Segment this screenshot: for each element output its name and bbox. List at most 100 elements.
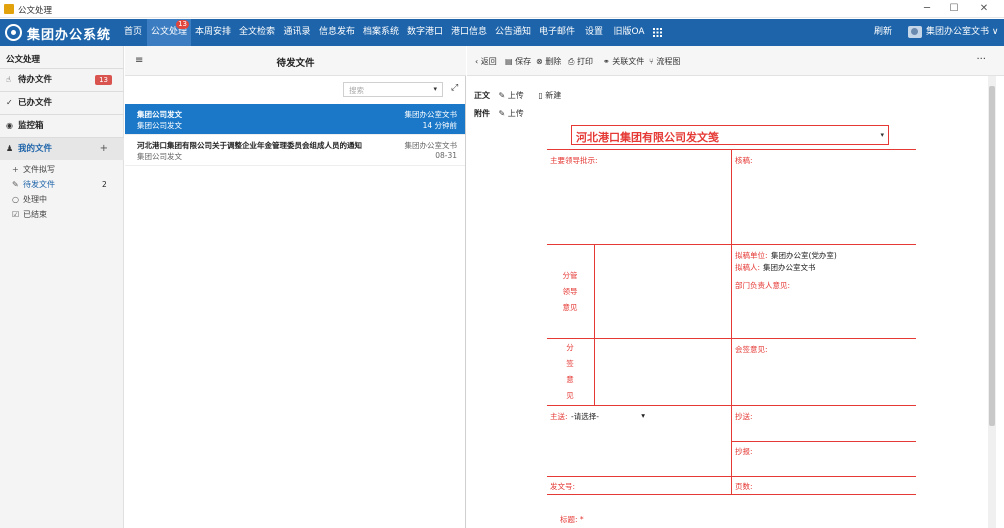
- sidebar-item-label: 已办文件: [18, 98, 53, 108]
- related-files-button[interactable]: ⚭ 关联文件: [603, 56, 644, 67]
- sidebar-sub-processing[interactable]: ○ 处理中: [12, 192, 47, 207]
- print-button[interactable]: ⎙ 打印: [568, 56, 593, 67]
- cc-label: 抄送:: [735, 412, 753, 421]
- document-list-pane: ≡ 待发文件 搜索 ▾ ⤢ 集团公司发文 集团公司发文 集团办公室文书 14 分…: [125, 46, 466, 528]
- sidebar-sub-finished[interactable]: ☑ 已结束: [12, 207, 47, 222]
- search-input[interactable]: 搜索 ▾: [343, 82, 443, 97]
- scrollbar[interactable]: [988, 76, 996, 528]
- form-title-select[interactable]: 河北港口集团有限公司发文笺 ▾: [571, 125, 889, 145]
- nav-full-text-search[interactable]: 全文检索: [237, 19, 277, 46]
- nav-port-info[interactable]: 港口信息: [449, 19, 489, 46]
- list-item-category: 集团公司发文: [137, 121, 182, 130]
- nav-weekly-schedule[interactable]: 本周安排: [193, 19, 233, 46]
- main-send-label: 主送:: [550, 412, 568, 421]
- approval-label: 核稿:: [735, 156, 753, 165]
- add-icon[interactable]: +: [100, 138, 108, 160]
- minimize-icon[interactable]: ─: [915, 2, 939, 16]
- nav-info-publish[interactable]: 信息发布: [317, 19, 357, 46]
- sidebar-sub-label: 已结束: [23, 210, 47, 219]
- paperclip-icon: ✎: [498, 91, 506, 100]
- main-send-value: -请选择-: [571, 412, 599, 421]
- todo-count-badge: 13: [95, 75, 112, 85]
- body-attachment-row: 正文 ✎ 上传 ▯ 新建: [474, 90, 561, 101]
- main-send-select[interactable]: -请选择- ▾: [571, 411, 645, 422]
- flowchart-label: 流程图: [656, 57, 681, 66]
- nav-email[interactable]: 电子邮件: [537, 19, 577, 46]
- expand-icon[interactable]: ⤢: [451, 83, 458, 93]
- sidebar-item-label: 我的文件: [18, 144, 53, 154]
- branch-leader-label: 领导: [562, 287, 578, 296]
- nav-notice[interactable]: 公告通知: [493, 19, 533, 46]
- back-label: 返回: [480, 57, 497, 66]
- draft-unit-label: 拟稿单位:: [735, 251, 768, 260]
- sidebar-sub-pending-send[interactable]: ✎ 待发文件: [12, 177, 55, 192]
- list-title: 待发文件: [276, 58, 315, 69]
- form-title: 河北港口集团有限公司发文笺: [576, 131, 719, 144]
- logo-icon: [5, 24, 22, 41]
- new-file-icon: ▯: [538, 91, 543, 100]
- attachment-label: 附件: [474, 109, 490, 118]
- flowchart-icon: ⑂: [649, 57, 654, 66]
- countersign-label: 见: [566, 391, 574, 400]
- delete-button[interactable]: ⊗ 删除: [536, 56, 561, 67]
- form-line: [547, 494, 916, 495]
- scrollbar-thumb[interactable]: [989, 86, 995, 426]
- save-icon: ▤: [505, 57, 513, 66]
- page-count-label: 页数:: [735, 482, 753, 491]
- new-body-button[interactable]: ▯ 新建: [538, 91, 561, 100]
- sidebar-item-done[interactable]: ✓ 已办文件: [0, 92, 124, 114]
- list-item-author: 集团办公室文书: [404, 141, 458, 150]
- check-icon: ✓: [6, 98, 13, 107]
- nav-home[interactable]: 首页: [120, 19, 146, 46]
- paperclip-icon: ✎: [498, 109, 506, 118]
- maximize-icon[interactable]: ☐: [942, 2, 966, 16]
- list-item[interactable]: 河北港口集团有限公司关于调整企业年金管理委员会组成人员的通知 集团公司发文 集团…: [125, 135, 465, 166]
- document-toolbar: ‹ 返回 ▤ 保存 ⊗ 删除 ⎙ 打印 ⚭ 关联文件 ⑂ 流程图 ···: [467, 46, 1004, 76]
- close-icon[interactable]: ✕: [972, 2, 996, 16]
- sidebar-item-my-files[interactable]: ♟ 我的文件 +: [0, 138, 124, 160]
- pending-send-count: 2: [102, 180, 107, 189]
- top-navigation: 集团办公系统 首页 公文处理 13 本周安排 全文检索 通讯录 信息发布 档案系统…: [0, 19, 1004, 46]
- form-line: [731, 149, 732, 494]
- upload-attachment-button[interactable]: ✎ 上传: [499, 109, 524, 118]
- print-label: 打印: [576, 57, 593, 66]
- save-button[interactable]: ▤ 保存: [505, 56, 531, 67]
- flowchart-button[interactable]: ⑂ 流程图: [649, 56, 680, 67]
- user-menu[interactable]: 集团办公室文书 ∨: [926, 19, 998, 46]
- sidebar-item-label: 监控箱: [18, 121, 44, 131]
- list-item[interactable]: 集团公司发文 集团公司发文 集团办公室文书 14 分钟前: [125, 104, 465, 135]
- upload-label: 上传: [507, 109, 524, 118]
- caret-down-icon[interactable]: ▾: [433, 85, 437, 93]
- sidebar-item-monitor[interactable]: ◉ 监控箱: [0, 115, 124, 137]
- nav-old-oa[interactable]: 旧版OA: [610, 19, 648, 46]
- nav-address-book[interactable]: 通讯录: [281, 19, 313, 46]
- sidebar-item-label: 待办文件: [18, 75, 53, 85]
- refresh-button[interactable]: 刷新: [874, 19, 892, 46]
- form-line: [731, 441, 916, 442]
- nav-archive[interactable]: 档案系统: [361, 19, 401, 46]
- upload-body-button[interactable]: ✎ 上传: [499, 91, 524, 100]
- subject-label: 标题: *: [560, 514, 584, 525]
- countersign-label: 签: [566, 359, 574, 368]
- window-title: 公文处理: [18, 6, 53, 16]
- attachment-row: 附件 ✎ 上传: [474, 108, 524, 119]
- sidebar-item-todo[interactable]: ☝ 待办文件 13: [0, 69, 124, 91]
- nav-document-processing[interactable]: 公文处理 13: [147, 19, 191, 46]
- caret-down-icon: ▾: [641, 411, 645, 420]
- list-item-category: 集团公司发文: [137, 152, 182, 161]
- sidebar-sub-draft[interactable]: + 文件拟写: [12, 162, 55, 177]
- back-button[interactable]: ‹ 返回: [475, 56, 497, 67]
- report-label: 抄报:: [735, 447, 753, 456]
- back-icon: ‹: [475, 57, 479, 66]
- sidebar-title: 公文处理: [6, 55, 41, 65]
- nav-digital-port[interactable]: 数字港口: [405, 19, 445, 46]
- checkbox-icon: ☑: [12, 210, 20, 219]
- draft-unit-value: 集团办公室(党办室): [771, 251, 837, 260]
- nav-settings[interactable]: 设置: [581, 19, 607, 46]
- list-header: ≡ 待发文件: [125, 46, 466, 76]
- countersign-label: 意: [566, 375, 574, 384]
- countersign-opinion-label: 会签意见:: [735, 345, 768, 354]
- more-icon[interactable]: ···: [976, 54, 986, 65]
- title-bar: 公文处理 ─ ☐ ✕: [0, 0, 1004, 18]
- grid-icon[interactable]: [650, 19, 664, 46]
